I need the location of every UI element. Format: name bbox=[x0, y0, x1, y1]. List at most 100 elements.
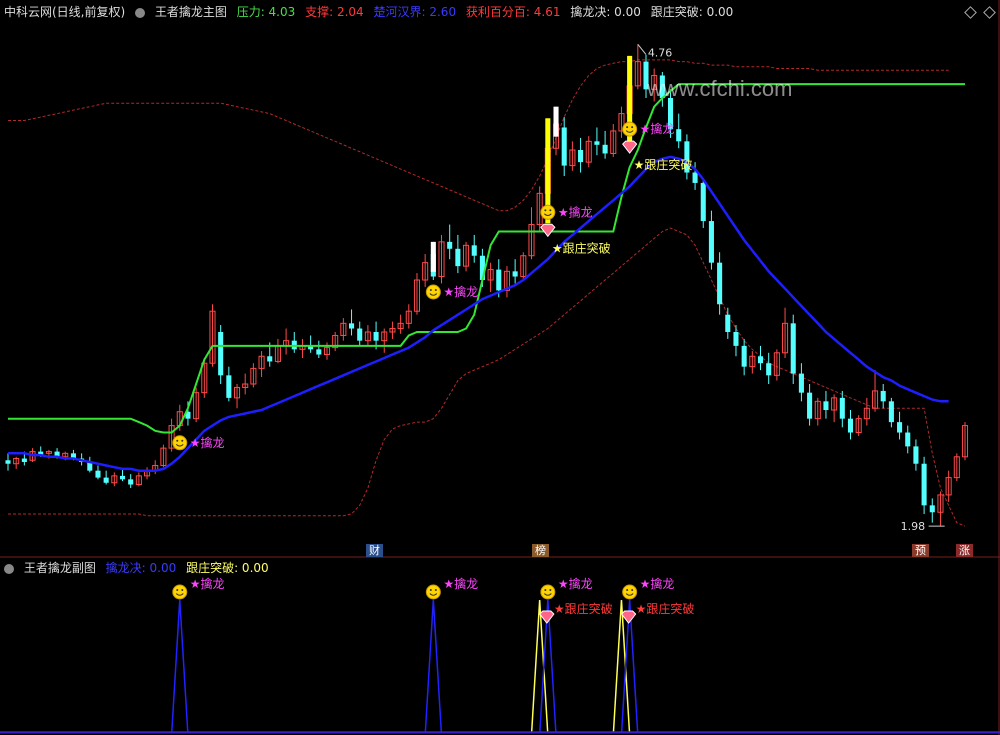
candle-body bbox=[512, 271, 518, 277]
candle-body bbox=[839, 397, 845, 419]
genzhuang-value: 跟庄突破: 0.00 bbox=[650, 5, 734, 19]
candle-body bbox=[594, 141, 600, 145]
support-line bbox=[8, 227, 966, 527]
smiley-eye bbox=[434, 289, 437, 291]
stock-title: 中科云网(日线,前复权) bbox=[4, 5, 126, 19]
candle-body bbox=[921, 463, 927, 506]
candle-body bbox=[897, 422, 903, 433]
candle-body bbox=[471, 245, 477, 256]
candle-body bbox=[21, 458, 27, 462]
qinlong-smiley bbox=[425, 284, 441, 300]
smiley-eye bbox=[544, 209, 547, 212]
sub-qinlong-label: ★擒龙 bbox=[443, 576, 478, 591]
profit-line bbox=[8, 59, 949, 212]
candle-body bbox=[349, 323, 355, 329]
support-value: 支撑: 2.04 bbox=[305, 5, 364, 19]
chuhe-line bbox=[8, 155, 949, 472]
qinlong-label: ★擒龙 bbox=[190, 435, 225, 450]
candle-body bbox=[373, 332, 379, 341]
smiley-eye bbox=[429, 289, 432, 291]
candle-body bbox=[128, 479, 134, 485]
sub-qinlong-spike bbox=[171, 599, 189, 733]
smiley-eye bbox=[549, 209, 552, 212]
candle-body bbox=[357, 328, 363, 341]
smiley-eye bbox=[434, 589, 437, 591]
candle-body bbox=[455, 248, 461, 267]
candle-body bbox=[766, 363, 772, 376]
sub-settings-icon[interactable] bbox=[4, 563, 14, 574]
tag-yu[interactable]: 预 bbox=[912, 544, 929, 557]
candle-body bbox=[929, 505, 935, 513]
genzhuang-gem bbox=[540, 223, 556, 238]
smiley-eye bbox=[181, 439, 184, 442]
profit-value: 获利百分百: 4.61 bbox=[465, 5, 561, 19]
tag-zhang[interactable]: 涨 bbox=[956, 544, 973, 557]
signal-bar-white bbox=[430, 241, 436, 272]
signal-bar-white bbox=[553, 106, 559, 137]
smiley-eye bbox=[631, 589, 634, 591]
pressure-value: 压力: 4.03 bbox=[236, 5, 296, 19]
candle-body bbox=[218, 332, 224, 376]
candle-body bbox=[708, 221, 714, 263]
qinlong-smiley bbox=[172, 435, 188, 451]
high-pointer bbox=[637, 43, 647, 55]
genzhuang-label: ★跟庄突破 bbox=[634, 157, 693, 172]
sub-genzhuang-gem bbox=[620, 610, 637, 624]
candle-body bbox=[676, 129, 682, 142]
smiley-eye bbox=[549, 589, 552, 591]
candle-body bbox=[447, 241, 453, 249]
kline-chart[interactable]: 4.76 1.98 ★擒龙 ★擒龙 ★擒龙 ★擒龙 ★跟庄突破 ★跟庄突破 ★擒龙 ★擒龙 ★擒龙 ★… bbox=[0, 0, 1000, 735]
smiley-eye bbox=[626, 126, 629, 129]
low-price-label: 1.98 bbox=[901, 520, 926, 533]
indicator-settings-icon[interactable] bbox=[135, 7, 146, 18]
candle-body bbox=[267, 356, 273, 362]
candle-body bbox=[905, 432, 911, 447]
sub-qinlong-smiley bbox=[172, 584, 188, 600]
chuhe-value: 楚河汉界: 2.60 bbox=[373, 5, 457, 19]
tag-bang[interactable]: 榜 bbox=[532, 544, 549, 557]
candle-body bbox=[757, 356, 764, 364]
candle-body bbox=[888, 401, 894, 423]
sub-qinlong-smiley bbox=[425, 584, 441, 600]
candle-body bbox=[717, 262, 723, 305]
genzhuang-gem bbox=[621, 140, 638, 154]
smiley-eye bbox=[626, 589, 629, 591]
candle-body bbox=[103, 477, 109, 483]
sub-qinlong-label: ★擒龙 bbox=[640, 576, 675, 591]
candle-body bbox=[790, 323, 796, 374]
candle-body bbox=[700, 182, 706, 222]
qinlong-label: ★擒龙 bbox=[558, 204, 593, 219]
smiley-eye bbox=[544, 589, 547, 591]
qinlong-smiley bbox=[622, 121, 638, 137]
genzhuang-label: ★跟庄突破 bbox=[552, 240, 611, 255]
candle-body bbox=[692, 172, 698, 183]
smiley-eye bbox=[429, 589, 432, 591]
sub-indicator-name[interactable]: 王者擒龙副图 bbox=[24, 561, 96, 575]
candle-body bbox=[316, 349, 322, 355]
candle-body bbox=[496, 269, 502, 291]
candle-body bbox=[561, 127, 567, 166]
sub-header: 王者擒龙副图 擒龙决: 0.00 跟庄突破: 0.00 bbox=[4, 559, 275, 577]
candle-body bbox=[5, 460, 11, 464]
sub-qinlong-smiley bbox=[622, 584, 638, 600]
tag-cai[interactable]: 财 bbox=[366, 544, 383, 557]
sub-qinlong-spike bbox=[424, 599, 443, 733]
smiley-eye bbox=[176, 589, 179, 591]
sub-genzhuang-gem bbox=[539, 610, 555, 624]
qinlong-label: ★擒龙 bbox=[640, 121, 675, 136]
sub-qinlong-label: ★擒龙 bbox=[190, 576, 225, 591]
sub-genzhuang-value: 跟庄突破: 0.00 bbox=[186, 561, 269, 575]
main-header: 中科云网(日线,前复权) 王者擒龙主图 压力: 4.03 支撑: 2.04 楚河… bbox=[4, 3, 739, 21]
qinlong-label: ★擒龙 bbox=[443, 284, 478, 299]
candle-body bbox=[823, 401, 829, 410]
smiley-eye bbox=[631, 126, 634, 129]
sub-genzhuang-label: ★跟庄突破 bbox=[554, 601, 613, 616]
qinlong-value: 擒龙决: 0.00 bbox=[570, 5, 641, 19]
high-price-label: 4.76 bbox=[648, 46, 673, 59]
candle-body bbox=[913, 446, 919, 464]
candle-body bbox=[119, 475, 126, 480]
main-indicator-name[interactable]: 王者擒龙主图 bbox=[155, 5, 227, 19]
candle-body bbox=[741, 345, 747, 367]
smiley-eye bbox=[176, 439, 179, 442]
candle-body bbox=[602, 144, 608, 154]
